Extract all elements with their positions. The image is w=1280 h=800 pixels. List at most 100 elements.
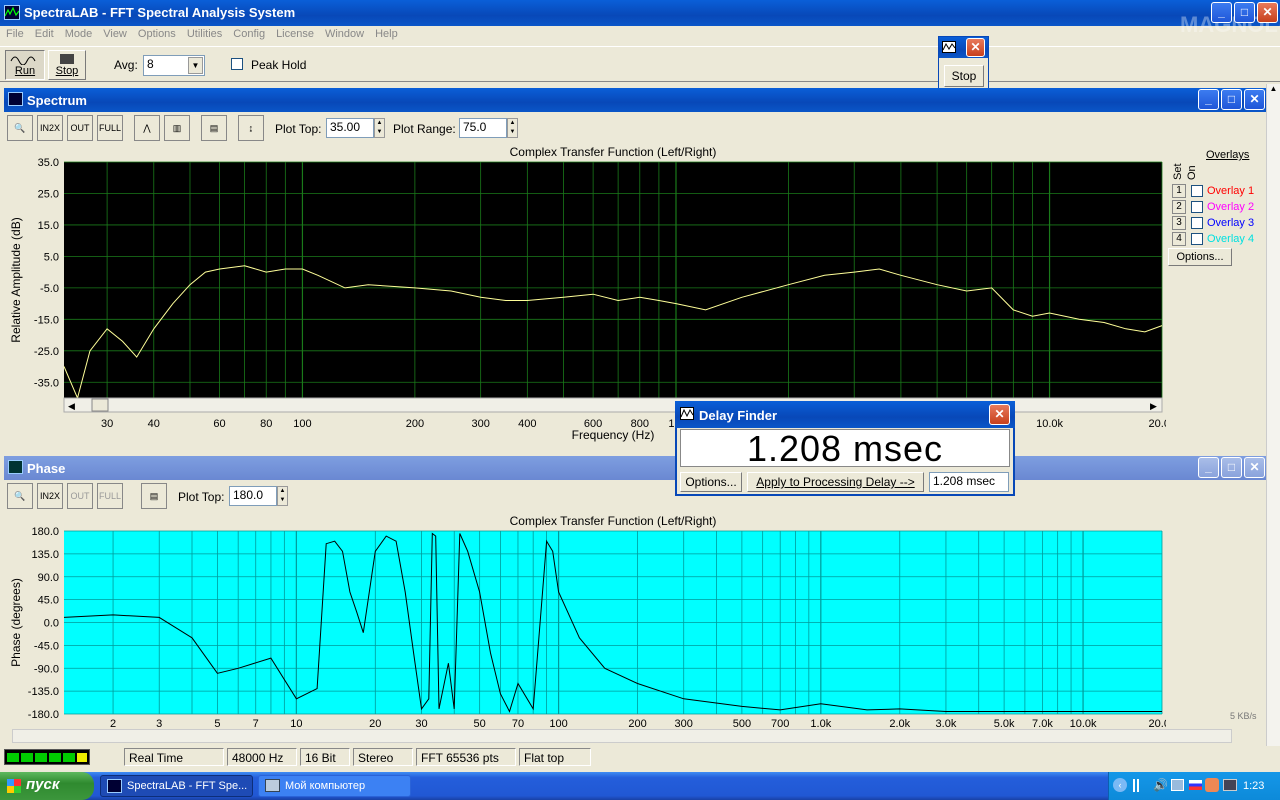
x-tick-label: 300	[471, 418, 489, 430]
menu-view[interactable]: View	[103, 28, 127, 40]
scroll-left-icon: ◀	[68, 401, 75, 411]
phase-title: Phase	[27, 461, 66, 476]
delay-value: 1.208 msec	[746, 428, 944, 469]
spectrum-minimize-button[interactable]: _	[1198, 89, 1219, 110]
plot-range-spinner[interactable]: ▲ ▼	[507, 118, 518, 138]
overlay-checkbox[interactable]	[1191, 233, 1203, 245]
overlay-row: 1 Overlay 1	[1172, 184, 1262, 199]
bar-plot-icon[interactable]: ▥	[164, 115, 190, 141]
overlay-number-button[interactable]: 1	[1172, 184, 1186, 198]
main-toolbar: Run Stop Avg: 8 ▼ Peak Hold	[0, 46, 1280, 82]
language-icon[interactable]	[1205, 778, 1219, 792]
peak-hold-checkbox[interactable]	[231, 58, 243, 70]
chevron-down-icon[interactable]: ▼	[188, 57, 203, 74]
chart-title: Complex Transfer Function (Left/Right)	[510, 514, 717, 528]
menu-help[interactable]: Help	[375, 28, 398, 40]
y-axis-label: Relative Amplitude (dB)	[9, 217, 23, 342]
minimize-button[interactable]: _	[1211, 2, 1232, 23]
zoom-icon[interactable]: 🔍	[7, 115, 33, 141]
phase-zoom-full-icon[interactable]: FULL	[97, 483, 123, 509]
volume-icon[interactable]: 🔊	[1153, 778, 1168, 792]
menu-license[interactable]: License	[276, 28, 314, 40]
menu-edit[interactable]: Edit	[35, 28, 54, 40]
close-button[interactable]: ✕	[1257, 2, 1278, 23]
monitor-icon[interactable]	[1223, 779, 1237, 791]
overlay-options-button[interactable]: Options...	[1168, 248, 1232, 266]
phase-zoom-icon[interactable]: 🔍	[7, 483, 33, 509]
x-axis-label: Frequency (Hz)	[572, 428, 655, 442]
maximize-button[interactable]: □	[1234, 2, 1255, 23]
avg-select[interactable]: 8 ▼	[143, 55, 205, 76]
menu-utilities[interactable]: Utilities	[187, 28, 222, 40]
spectrum-close-button[interactable]: ✕	[1244, 89, 1265, 110]
stop-button[interactable]: Stop	[48, 50, 86, 80]
menu-options[interactable]: Options	[138, 28, 176, 40]
taskbar-my-computer[interactable]: Мой компьютер	[258, 775, 411, 797]
overlay-checkbox[interactable]	[1191, 201, 1203, 213]
zoom-full-icon[interactable]: FULL	[97, 115, 123, 141]
scroll-up-icon[interactable]: ▲	[1267, 84, 1280, 98]
menu-file[interactable]: File	[6, 28, 24, 40]
status-window: Flat top	[519, 748, 591, 766]
y-tick-label: 5.0	[44, 251, 59, 263]
stop-label: Stop	[55, 65, 79, 77]
stop-popup-icon	[942, 41, 956, 53]
phase-scrollbar[interactable]	[12, 729, 1232, 743]
phase-plot-top-spinner[interactable]: ▲ ▼	[277, 486, 288, 506]
plot-range-input[interactable]: 75.0	[459, 118, 507, 138]
stop-popup-title-bar: ✕	[939, 37, 988, 58]
taskbar-my-computer-label: Мой компьютер	[285, 780, 366, 792]
phase-close-button[interactable]: ✕	[1244, 457, 1265, 478]
overlay-row: 2 Overlay 2	[1172, 200, 1262, 215]
properties-icon[interactable]: ▤	[201, 115, 227, 141]
phase-maximize-button[interactable]: □	[1221, 457, 1242, 478]
run-button[interactable]: Run	[5, 50, 45, 80]
delay-finder-close-button[interactable]: ✕	[989, 404, 1010, 425]
scale-icon[interactable]: ↨	[238, 115, 264, 141]
zoom-in-2x-icon[interactable]: IN2X	[37, 115, 63, 141]
tray-expand-icon[interactable]: ‹	[1113, 778, 1127, 792]
taskbar-spectralab[interactable]: SpectraLAB - FFT Spe...	[100, 775, 253, 797]
x-tick-label: 20.0k	[1149, 418, 1166, 430]
overlay-number-button[interactable]: 2	[1172, 200, 1186, 214]
phase-minimize-button[interactable]: _	[1198, 457, 1219, 478]
overlay-checkbox[interactable]	[1191, 185, 1203, 197]
flag-icon[interactable]	[1189, 780, 1202, 790]
menu-window[interactable]: Window	[325, 28, 364, 40]
run-wave-icon	[10, 56, 36, 66]
x-tick-label: 30	[101, 418, 113, 430]
stop-popup-close-button[interactable]: ✕	[966, 38, 985, 57]
status-rate: 48000 Hz	[227, 748, 297, 766]
delay-finder-dialog: Delay Finder ✕ 1.208 msec Options... App…	[675, 401, 1015, 496]
run-label: Run	[14, 65, 36, 77]
overlay-number-button[interactable]: 3	[1172, 216, 1186, 230]
mdi-vertical-scrollbar[interactable]: ▲	[1266, 84, 1280, 746]
stop-popup-button[interactable]: Stop	[944, 65, 984, 87]
y-tick-label: 0.0	[44, 618, 59, 630]
overlay-number-button[interactable]: 4	[1172, 232, 1186, 246]
spectrum-plot-top-input[interactable]: 35.00	[326, 118, 374, 138]
line-plot-icon[interactable]: ⋀	[134, 115, 160, 141]
delay-options-button[interactable]: Options...	[680, 472, 742, 492]
signal-bars-icon[interactable]	[1133, 779, 1147, 792]
phase-plot-top-input[interactable]: 180.0	[229, 486, 277, 506]
chart-title: Complex Transfer Function (Left/Right)	[510, 146, 717, 159]
menu-mode[interactable]: Mode	[65, 28, 93, 40]
spectrum-maximize-button[interactable]: □	[1221, 89, 1242, 110]
x-tick-label: 10.0k	[1036, 418, 1063, 430]
menu-bar: File Edit Mode View Options Utilities Config Li…	[6, 28, 409, 44]
phase-properties-icon[interactable]: ▤	[141, 483, 167, 509]
on-label: On	[1186, 165, 1198, 180]
phase-zoom-in-2x-icon[interactable]: IN2X	[37, 483, 63, 509]
apply-delay-button[interactable]: Apply to Processing Delay -->	[747, 472, 924, 492]
y-tick-label: -135.0	[28, 686, 59, 698]
phase-zoom-out-2x-icon[interactable]: OUT	[67, 483, 93, 509]
spectrum-plot-top-spinner[interactable]: ▲ ▼	[374, 118, 385, 138]
menu-config[interactable]: Config	[233, 28, 265, 40]
taskbar-spectralab-icon	[107, 779, 122, 793]
network-icon[interactable]	[1171, 779, 1184, 791]
spectrum-scroll-thumb	[91, 398, 109, 412]
zoom-out-2x-icon[interactable]: OUT	[67, 115, 93, 141]
start-button[interactable]: пуск	[0, 772, 94, 800]
overlay-checkbox[interactable]	[1191, 217, 1203, 229]
